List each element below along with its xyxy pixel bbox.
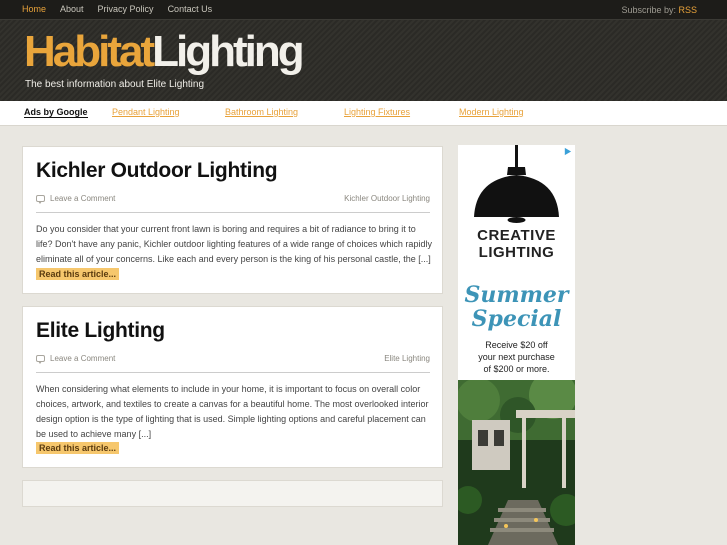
ad-offer-text: Receive $20 off your next purchase of $2… [458,339,575,375]
read-more-button[interactable]: Read this article... [36,268,120,280]
post-card: Kichler Outdoor Lighting Leave a Comment… [22,146,443,294]
subscribe: Subscribe by: RSS [621,5,697,15]
post-title[interactable]: Kichler Outdoor Lighting [36,159,278,183]
ad-brand-line2: LIGHTING [478,244,555,261]
ad-link-bathroom-lighting[interactable]: Bathroom Lighting [225,107,298,117]
ads-bar: Ads by Google Pendant Lighting Bathroom … [0,101,727,126]
post-category-link[interactable]: Kichler Outdoor Lighting [344,194,430,203]
post-meta: Leave a Comment Kichler Outdoor Lighting [36,191,430,213]
leave-comment-label: Leave a Comment [50,354,116,363]
sidebar-ad-banner[interactable]: CREATIVE LIGHTING Summer Special Receive… [458,145,575,545]
post-title[interactable]: Elite Lighting [36,319,165,343]
nav-privacy-policy[interactable]: Privacy Policy [98,4,154,14]
post-excerpt: Do you consider that your current front … [36,224,432,264]
comment-bubble-icon [36,355,45,364]
ad-promo-title: Summer Special [458,283,575,331]
post-card-placeholder [22,480,443,507]
ads-by-google-label[interactable]: Ads by Google [24,107,88,118]
post-meta: Leave a Comment Elite Lighting [36,351,430,373]
nav-home[interactable]: Home [22,4,46,14]
post-excerpt: When considering what elements to includ… [36,384,429,439]
logo-part-habitat: Habitat [24,27,155,76]
nav-about[interactable]: About [60,4,84,14]
garden-photo [458,380,575,545]
ad-link-modern-lighting[interactable]: Modern Lighting [459,107,524,117]
post-card: Elite Lighting Leave a Comment Elite Lig… [22,306,443,468]
ad-offer-line1: Receive $20 off [485,340,548,350]
nav-contact-us[interactable]: Contact Us [168,4,213,14]
pendant-lamp-icon [474,145,559,223]
ad-offer-line2: your next purchase [478,352,555,362]
site-header: Home About Privacy Policy Contact Us Sub… [0,0,727,101]
site-logo[interactable]: HabitatLighting [24,24,305,80]
logo-part-lighting: Lighting [152,27,304,76]
ad-promo-line2: Special [471,306,562,332]
subscribe-label: Subscribe by: [621,5,676,15]
ad-link-pendant-lighting[interactable]: Pendant Lighting [112,107,180,117]
read-more-button[interactable]: Read this article... [36,442,120,454]
site-tagline: The best information about Elite Lightin… [25,79,204,90]
ad-offer-line3: of $200 or more. [483,364,550,374]
leave-comment-link[interactable]: Leave a Comment [36,194,116,204]
comment-bubble-icon [36,195,45,204]
top-navigation: Home About Privacy Policy Contact Us Sub… [0,0,727,20]
rss-link[interactable]: RSS [678,5,697,15]
leave-comment-label: Leave a Comment [50,194,116,203]
ad-promo-line1: Summer [464,282,569,308]
ad-brand-name: CREATIVE LIGHTING [458,227,575,261]
ad-brand-line1: CREATIVE [477,227,556,244]
ad-link-lighting-fixtures[interactable]: Lighting Fixtures [344,107,410,117]
leave-comment-link[interactable]: Leave a Comment [36,354,116,364]
post-category-link[interactable]: Elite Lighting [384,354,430,363]
